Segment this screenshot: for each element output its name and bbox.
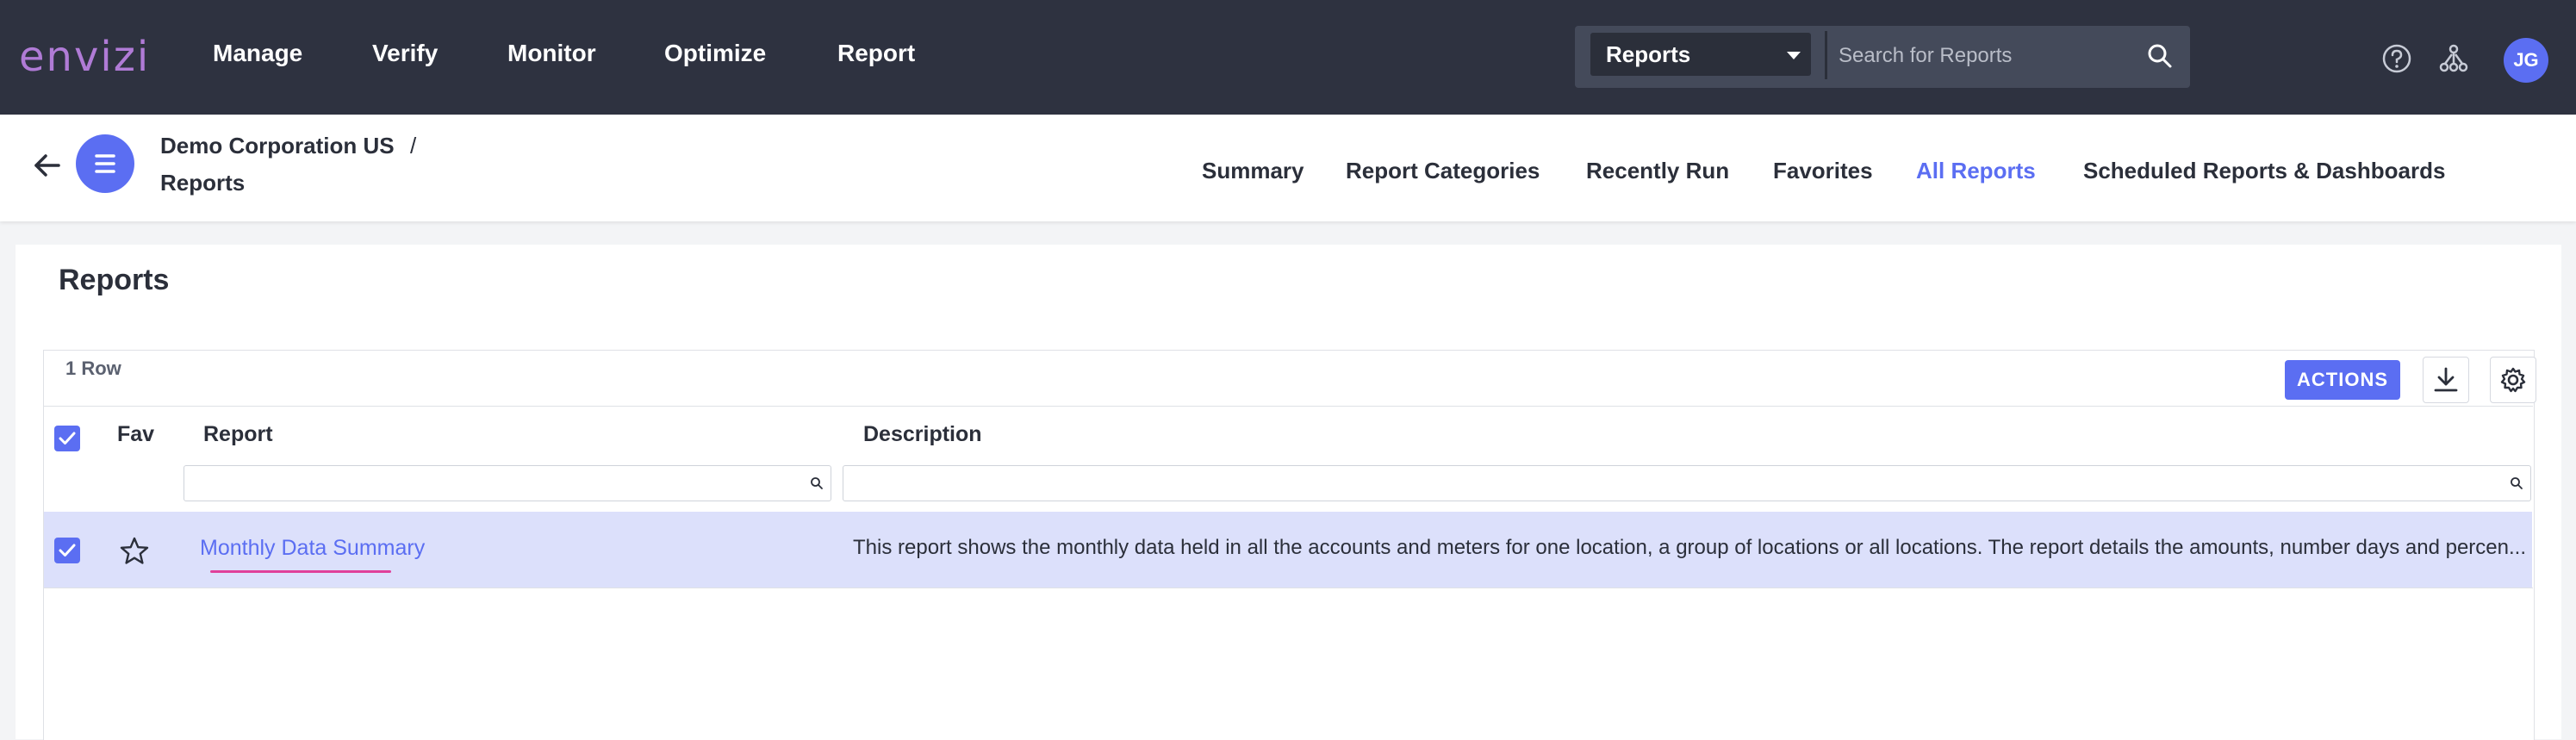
select-all-checkbox[interactable] bbox=[54, 426, 80, 451]
breadcrumb-separator: / bbox=[410, 133, 417, 159]
star-icon[interactable] bbox=[119, 536, 150, 567]
hamburger-icon bbox=[95, 154, 115, 173]
link-underline-annotation bbox=[210, 570, 391, 573]
tab-favorites[interactable]: Favorites bbox=[1773, 158, 1873, 184]
search-input[interactable] bbox=[1837, 38, 2133, 74]
checkmark-icon bbox=[59, 544, 76, 557]
gear-icon bbox=[2500, 367, 2526, 393]
toolbar-divider bbox=[43, 406, 2533, 407]
description-filter-input[interactable] bbox=[843, 465, 2531, 501]
download-button[interactable] bbox=[2423, 357, 2469, 403]
menu-button[interactable] bbox=[76, 134, 134, 193]
search-icon[interactable] bbox=[2147, 43, 2173, 69]
nav-verify[interactable]: Verify bbox=[372, 40, 438, 67]
envizi-logo[interactable]: envizi bbox=[19, 33, 150, 81]
tab-report-categories[interactable]: Report Categories bbox=[1346, 158, 1540, 184]
search-scope-select[interactable]: Reports bbox=[1590, 33, 1811, 76]
download-icon bbox=[2434, 367, 2458, 392]
row-checkbox[interactable] bbox=[54, 538, 80, 563]
actions-button[interactable]: ACTIONS bbox=[2285, 360, 2400, 400]
search-icon bbox=[811, 477, 823, 489]
nav-manage[interactable]: Manage bbox=[213, 40, 302, 67]
page-title: Reports bbox=[59, 264, 170, 296]
tab-summary[interactable]: Summary bbox=[1202, 158, 1304, 184]
report-filter-input[interactable] bbox=[184, 465, 831, 501]
column-header-report[interactable]: Report bbox=[203, 422, 273, 447]
search-icon bbox=[2511, 477, 2523, 489]
search-divider bbox=[1825, 31, 1827, 79]
hierarchy-icon[interactable] bbox=[2438, 43, 2469, 74]
tab-scheduled-reports-dashboards[interactable]: Scheduled Reports & Dashboards bbox=[2083, 158, 2445, 184]
nav-report[interactable]: Report bbox=[837, 40, 915, 67]
column-header-fav[interactable]: Fav bbox=[117, 422, 154, 447]
column-header-description[interactable]: Description bbox=[863, 422, 982, 447]
help-icon[interactable] bbox=[2381, 43, 2412, 74]
chevron-down-icon bbox=[1787, 52, 1801, 59]
tab-all-reports[interactable]: All Reports bbox=[1916, 158, 2036, 184]
nav-optimize[interactable]: Optimize bbox=[664, 40, 766, 67]
checkmark-icon bbox=[59, 432, 76, 445]
search-scope-value: Reports bbox=[1606, 41, 1691, 67]
settings-button[interactable] bbox=[2490, 357, 2536, 403]
row-count: 1 Row bbox=[65, 358, 121, 379]
tab-recently-run[interactable]: Recently Run bbox=[1586, 158, 1729, 184]
report-description: This report shows the monthly data held … bbox=[853, 536, 2526, 559]
breadcrumb-current: Reports bbox=[160, 170, 246, 196]
user-avatar[interactable]: JG bbox=[2504, 38, 2548, 83]
back-arrow-icon[interactable] bbox=[29, 148, 64, 183]
nav-monitor[interactable]: Monitor bbox=[507, 40, 596, 67]
report-link[interactable]: Monthly Data Summary bbox=[200, 536, 425, 561]
breadcrumb-organization[interactable]: Demo Corporation US bbox=[160, 133, 395, 159]
